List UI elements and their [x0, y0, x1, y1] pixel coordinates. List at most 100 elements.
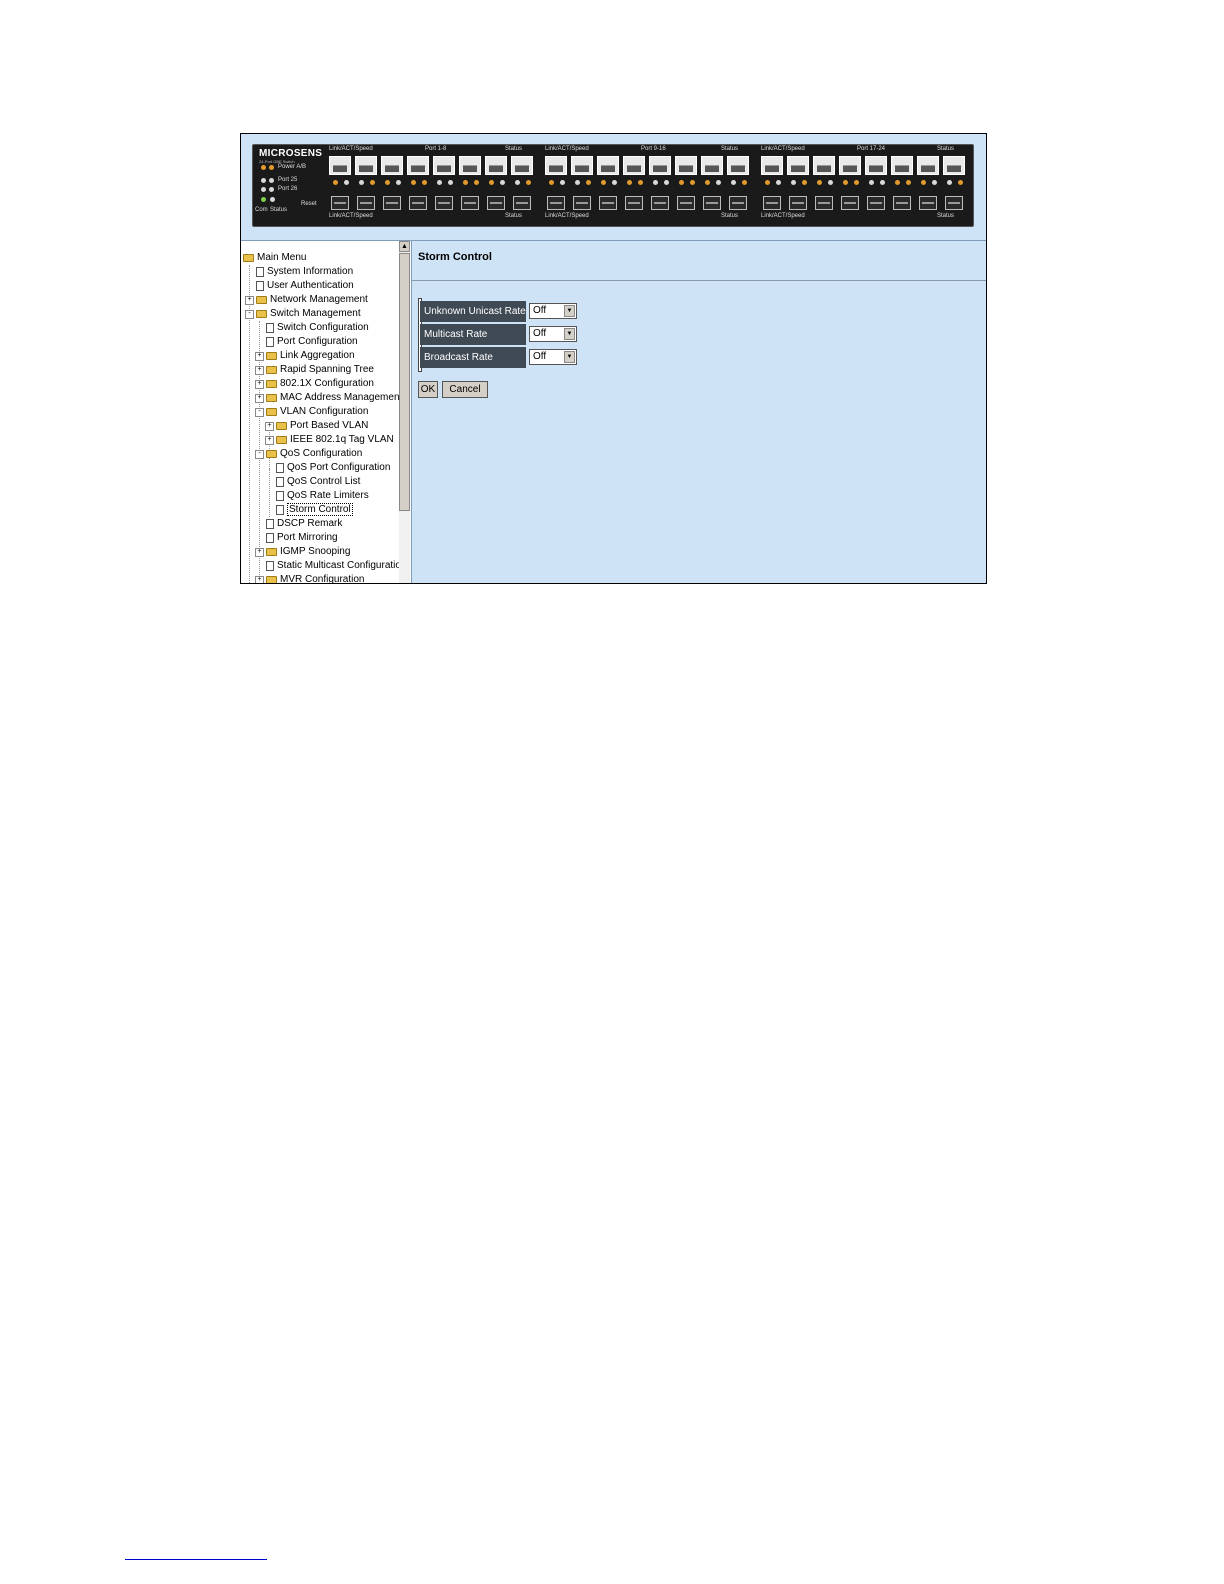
collapse-icon[interactable]: -	[245, 309, 254, 319]
port-led	[586, 180, 591, 185]
document-icon	[266, 323, 274, 333]
tree-item-port-based-vlan[interactable]: + Port Based VLAN	[265, 419, 368, 433]
tree-item-ieee-802-1q-tag-vlan[interactable]: + IEEE 802.1q Tag VLAN	[265, 433, 394, 447]
group-top-left-label: Link/ACT/Speed	[545, 146, 589, 152]
sfp-port	[573, 196, 591, 210]
scroll-thumb[interactable]	[399, 253, 410, 511]
tree-item-qos-control-list[interactable]: QoS Control List	[265, 475, 360, 489]
ok-button[interactable]: OK	[418, 381, 438, 398]
multicast-rate-value: Off	[533, 328, 547, 339]
tree-item-qos-configuration[interactable]: - QoS Configuration	[255, 447, 362, 461]
page-title: Storm Control	[418, 251, 492, 263]
rj45-port	[865, 156, 887, 175]
expand-icon[interactable]: +	[245, 295, 254, 305]
tree-item-dscp-remark[interactable]: DSCP Remark	[255, 517, 342, 531]
sfp-port	[763, 196, 781, 210]
sfp-port	[513, 196, 531, 210]
sfp-port	[547, 196, 565, 210]
tree-item-label: Switch Configuration	[277, 322, 369, 333]
port-led	[500, 180, 505, 185]
rj45-port	[459, 156, 481, 175]
tree-item-port-configuration[interactable]: Port Configuration	[255, 335, 358, 349]
port-led	[411, 180, 416, 185]
rj45-port	[891, 156, 913, 175]
collapse-icon[interactable]: -	[255, 407, 264, 417]
tree-item-mac-address-managemen[interactable]: + MAC Address Managemen	[255, 391, 399, 405]
group-bottom-right-label: Status	[721, 213, 739, 219]
port-led	[716, 180, 721, 185]
tree-item-link-aggregation[interactable]: + Link Aggregation	[255, 349, 355, 363]
expand-icon[interactable]: +	[255, 393, 264, 403]
port-led	[612, 180, 617, 185]
rj45-port	[511, 156, 533, 175]
tree-item-switch-management[interactable]: - Switch Management	[245, 307, 361, 321]
power-b-led	[269, 165, 274, 170]
dropdown-arrow-icon[interactable]: ▼	[564, 305, 575, 317]
port26-led-2	[269, 187, 274, 192]
scroll-up-icon[interactable]: ▲	[399, 241, 410, 252]
unknown-unicast-rate-select[interactable]: Off ▼	[529, 303, 577, 319]
tree-item-port-mirroring[interactable]: Port Mirroring	[255, 531, 338, 545]
port-led	[895, 180, 900, 185]
tree-item-igmp-snooping[interactable]: + IGMP Snooping	[255, 545, 350, 559]
port-led	[705, 180, 710, 185]
port-led	[385, 180, 390, 185]
rj45-port	[545, 156, 567, 175]
dropdown-arrow-icon[interactable]: ▼	[564, 351, 575, 363]
expand-icon[interactable]: +	[255, 575, 264, 583]
tree-item-label: Main Menu	[257, 252, 307, 263]
expand-icon[interactable]: +	[255, 365, 264, 375]
expand-icon[interactable]: +	[255, 351, 264, 361]
tree-item-label: QoS Control List	[287, 476, 361, 487]
multicast-rate-select[interactable]: Off ▼	[529, 326, 577, 342]
broadcast-rate-label: Broadcast Rate	[420, 347, 526, 368]
port-led	[526, 180, 531, 185]
tree-item-vlan-configuration[interactable]: - VLAN Configuration	[255, 405, 368, 419]
port-led	[437, 180, 442, 185]
collapse-icon[interactable]: -	[255, 449, 264, 459]
group-top-right-label: Status	[721, 146, 739, 152]
cancel-button[interactable]: Cancel	[442, 381, 488, 398]
tree-item-storm-control[interactable]: Storm Control	[265, 503, 353, 517]
rj45-port	[917, 156, 939, 175]
tree-item-static-multicast-configuratio[interactable]: Static Multicast Configuratio	[255, 559, 399, 573]
tree-item-label: Switch Management	[270, 308, 361, 319]
port-led	[958, 180, 963, 185]
expand-icon[interactable]: +	[255, 379, 264, 389]
tree-item-user-authentication[interactable]: User Authentication	[245, 279, 354, 293]
rj45-port	[623, 156, 645, 175]
sfp-port	[919, 196, 937, 210]
document-icon	[266, 519, 274, 529]
port-led	[947, 180, 952, 185]
tree-item-network-management[interactable]: + Network Management	[245, 293, 368, 307]
broadcast-rate-select[interactable]: Off ▼	[529, 349, 577, 365]
tree-item-system-information[interactable]: System Information	[245, 265, 353, 279]
expand-icon[interactable]: +	[255, 547, 264, 557]
dropdown-arrow-icon[interactable]: ▼	[564, 328, 575, 340]
sfp-port	[867, 196, 885, 210]
tree-item-switch-configuration[interactable]: Switch Configuration	[255, 321, 369, 335]
tree-scrollbar[interactable]: ▲	[399, 241, 410, 583]
tree-item-802-1x-configuration[interactable]: +802.1X Configuration	[255, 377, 374, 391]
tree-item-qos-port-configuration[interactable]: QoS Port Configuration	[265, 461, 390, 475]
folder-open-icon	[266, 408, 277, 416]
sfp-port	[789, 196, 807, 210]
tree-item-label: DSCP Remark	[277, 518, 343, 529]
tree-item-mvr-configuration[interactable]: + MVR Configuration	[255, 573, 364, 583]
expand-icon[interactable]: +	[265, 435, 274, 445]
rj45-port	[355, 156, 377, 175]
tree-item-qos-rate-limiters[interactable]: QoS Rate Limiters	[265, 489, 369, 503]
sfp-port	[435, 196, 453, 210]
tree-item-main-menu[interactable]: Main Menu	[243, 251, 306, 265]
tree-item-rapid-spanning-tree[interactable]: + Rapid Spanning Tree	[255, 363, 374, 377]
expand-icon[interactable]: +	[265, 421, 274, 431]
port-led	[679, 180, 684, 185]
sfp-port	[703, 196, 721, 210]
sfp-port	[729, 196, 747, 210]
sfp-port	[357, 196, 375, 210]
power-a-led	[261, 165, 266, 170]
tree-item-label: QoS Configuration	[280, 448, 363, 459]
port-led	[932, 180, 937, 185]
navigation-tree: Main Menu System Information User Authenti…	[241, 241, 412, 583]
port-led	[664, 180, 669, 185]
